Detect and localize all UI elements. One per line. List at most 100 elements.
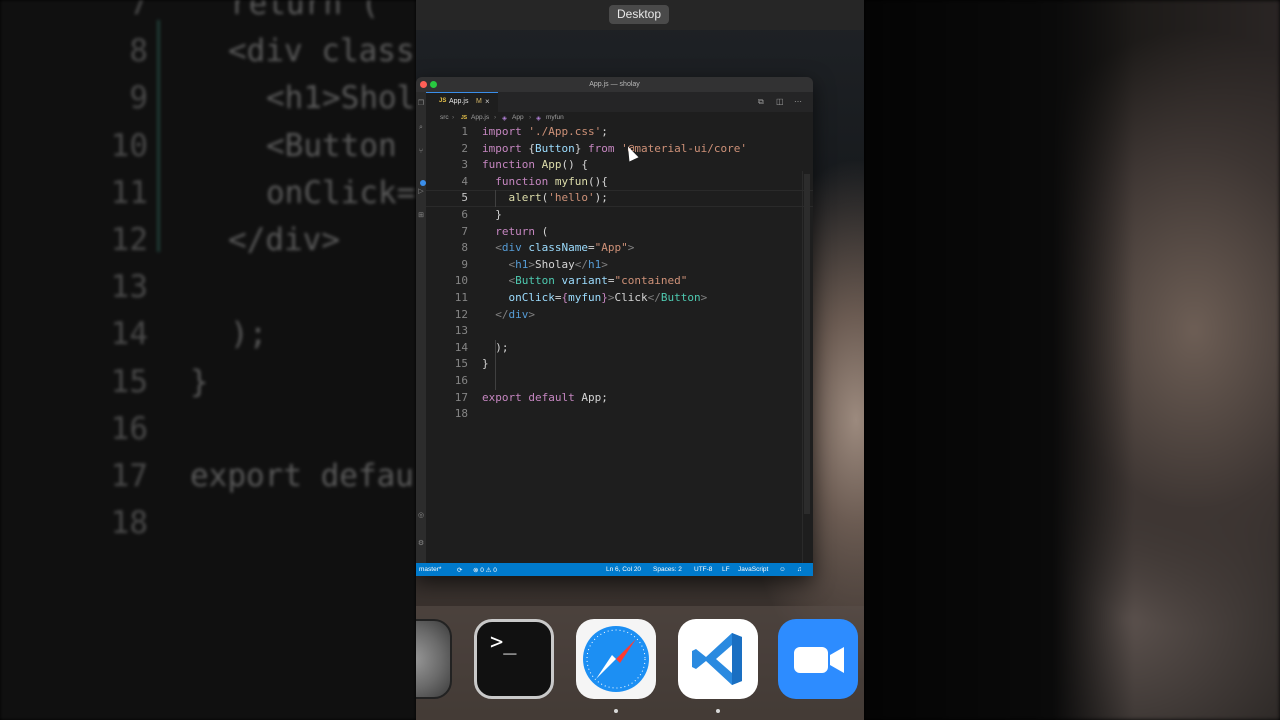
terminal-icon[interactable]: >_ (474, 619, 554, 699)
code-line[interactable]: 13 (426, 323, 813, 340)
sync-icon[interactable]: ⟳ (457, 566, 462, 574)
breadcrumb-file[interactable]: App.js (471, 114, 489, 121)
run-debug-icon[interactable]: ▷ (417, 188, 425, 196)
code-line[interactable]: 18 (426, 406, 813, 423)
cursor-position[interactable]: Ln 6, Col 20 (606, 566, 641, 573)
code-token: 'hello' (548, 191, 595, 205)
code-token: './App.css' (528, 125, 602, 138)
code-token: > (601, 257, 608, 271)
line-number: 7 (461, 224, 468, 238)
branch-indicator[interactable]: master* (419, 566, 441, 573)
code-line[interactable]: 8 <div className="App"> (426, 240, 813, 257)
notifications-bell-icon[interactable]: ♫ (797, 566, 802, 573)
explorer-icon[interactable]: ❐ (417, 100, 425, 108)
encoding[interactable]: UTF-8 (694, 566, 712, 573)
search-icon[interactable]: ⌕ (417, 124, 425, 132)
code-line[interactable]: 16 (426, 373, 813, 390)
line-code: return ( (482, 224, 548, 241)
javascript-file-icon: JS (461, 115, 468, 121)
code-line[interactable]: 3 function App() { (426, 157, 813, 174)
code-line[interactable]: 6 } (426, 207, 813, 224)
zoomed-line-code: export defau (190, 458, 414, 494)
code-token: } (482, 208, 502, 221)
modified-indicator: M (476, 98, 482, 105)
line-number: 17 (454, 390, 468, 404)
account-icon[interactable]: ◎ (417, 512, 425, 520)
manage-gear-icon[interactable]: ⚙ (417, 540, 425, 548)
vscode-window: App.js — sholay ❐ ⌕ ⑂ ▷ ⊞ ◎ ⚙ JS App.js … (416, 77, 813, 576)
zoomed-line-code: return ( (230, 0, 380, 22)
code-token: myfun (554, 174, 588, 188)
code-token: h1 (588, 257, 602, 271)
tab-close-icon[interactable]: × (485, 97, 490, 106)
code-token: h1 (515, 257, 529, 271)
code-token: </ (647, 291, 661, 304)
problems-indicator[interactable]: ⊗ 0 ⚠ 0 (473, 566, 497, 574)
line-number: 8 (461, 241, 468, 255)
zoomed-line-number: 18 (110, 505, 148, 542)
code-line[interactable]: 11 onClick={myfun}>Click</Button> (426, 290, 813, 307)
tab-bar: JS App.js M × ⧉ ◫ ⋯ (426, 92, 813, 112)
line-code: import {Button} from '@material-ui/core' (482, 141, 747, 158)
line-number: 14 (454, 340, 468, 354)
vscode-app-icon[interactable] (678, 619, 758, 699)
feedback-icon[interactable]: ☺ (779, 566, 786, 573)
tab-label: App.js (449, 98, 469, 105)
zoomed-line-number: 14 (110, 316, 148, 353)
code-line[interactable]: 4 function myfun(){ (426, 174, 813, 191)
code-line[interactable]: 2 import {Button} from '@material-ui/core… (426, 141, 813, 158)
code-line[interactable]: 14 ); (426, 340, 813, 357)
compare-changes-icon[interactable]: ⧉ (758, 97, 764, 107)
end-of-line[interactable]: LF (722, 566, 730, 573)
breadcrumb-src[interactable]: src (440, 114, 449, 121)
safari-icon[interactable] (576, 619, 656, 699)
code-line[interactable]: 5 alert('hello'); (426, 190, 813, 207)
code-line[interactable]: 15} (426, 356, 813, 373)
vscode-running-dot (716, 709, 720, 713)
status-bar: master* ⟳ ⊗ 0 ⚠ 0 Ln 6, Col 20 Spaces: 2… (416, 563, 813, 576)
chevron-right-icon: › (452, 114, 455, 121)
code-editor[interactable]: 1 import './App.css'; 2 import {Button} fro… (426, 124, 813, 576)
zoom-icon[interactable] (778, 619, 858, 699)
code-line[interactable]: 10 <Button variant="contained" (426, 273, 813, 290)
line-number: 18 (454, 407, 468, 421)
extensions-icon[interactable]: ⊞ (417, 212, 425, 220)
line-number: 9 (461, 257, 468, 271)
line-code: function myfun(){ (482, 174, 608, 191)
source-control-icon[interactable]: ⑂ (417, 148, 425, 156)
code-token: "App" (594, 241, 628, 255)
dock: >_ (416, 606, 864, 720)
line-code: export default App; (482, 390, 608, 407)
code-token: </ (574, 257, 588, 271)
symbol-function-icon: ◈ (536, 115, 541, 122)
code-line[interactable]: 1 import './App.css'; (426, 124, 813, 141)
tab-app-js[interactable]: JS App.js M × (426, 92, 498, 112)
zoomed-line-number: 7 (129, 0, 148, 22)
breadcrumb-myfun[interactable]: myfun (546, 114, 564, 121)
language-mode[interactable]: JavaScript (738, 566, 768, 573)
code-token: '@material-ui/core' (621, 141, 747, 155)
window-title: App.js — sholay (589, 81, 640, 88)
system-preferences-icon[interactable] (416, 619, 452, 699)
line-code: ); (482, 340, 508, 357)
breadcrumb-app[interactable]: App (512, 114, 524, 121)
code-line[interactable]: 17 export default App; (426, 390, 813, 407)
line-code: onClick={myfun}>Click</Button> (482, 290, 708, 307)
more-actions-icon[interactable]: ⋯ (794, 97, 802, 106)
code-line[interactable]: 9 <h1>Sholay</h1> (426, 257, 813, 274)
zoomed-line-number: 17 (110, 458, 148, 494)
code-token: from (587, 141, 622, 155)
code-line[interactable]: 12 </div> (426, 307, 813, 324)
zoomed-line-number: 15 (110, 363, 148, 400)
symbol-function-icon: ◈ (502, 115, 507, 122)
code-token: App; (581, 390, 608, 404)
split-editor-icon[interactable]: ◫ (776, 97, 784, 106)
indentation[interactable]: Spaces: 2 (653, 566, 682, 573)
desktop-label: Desktop (609, 5, 669, 24)
chevron-right-icon: › (529, 114, 532, 121)
code-line[interactable]: 7 return ( (426, 224, 813, 241)
